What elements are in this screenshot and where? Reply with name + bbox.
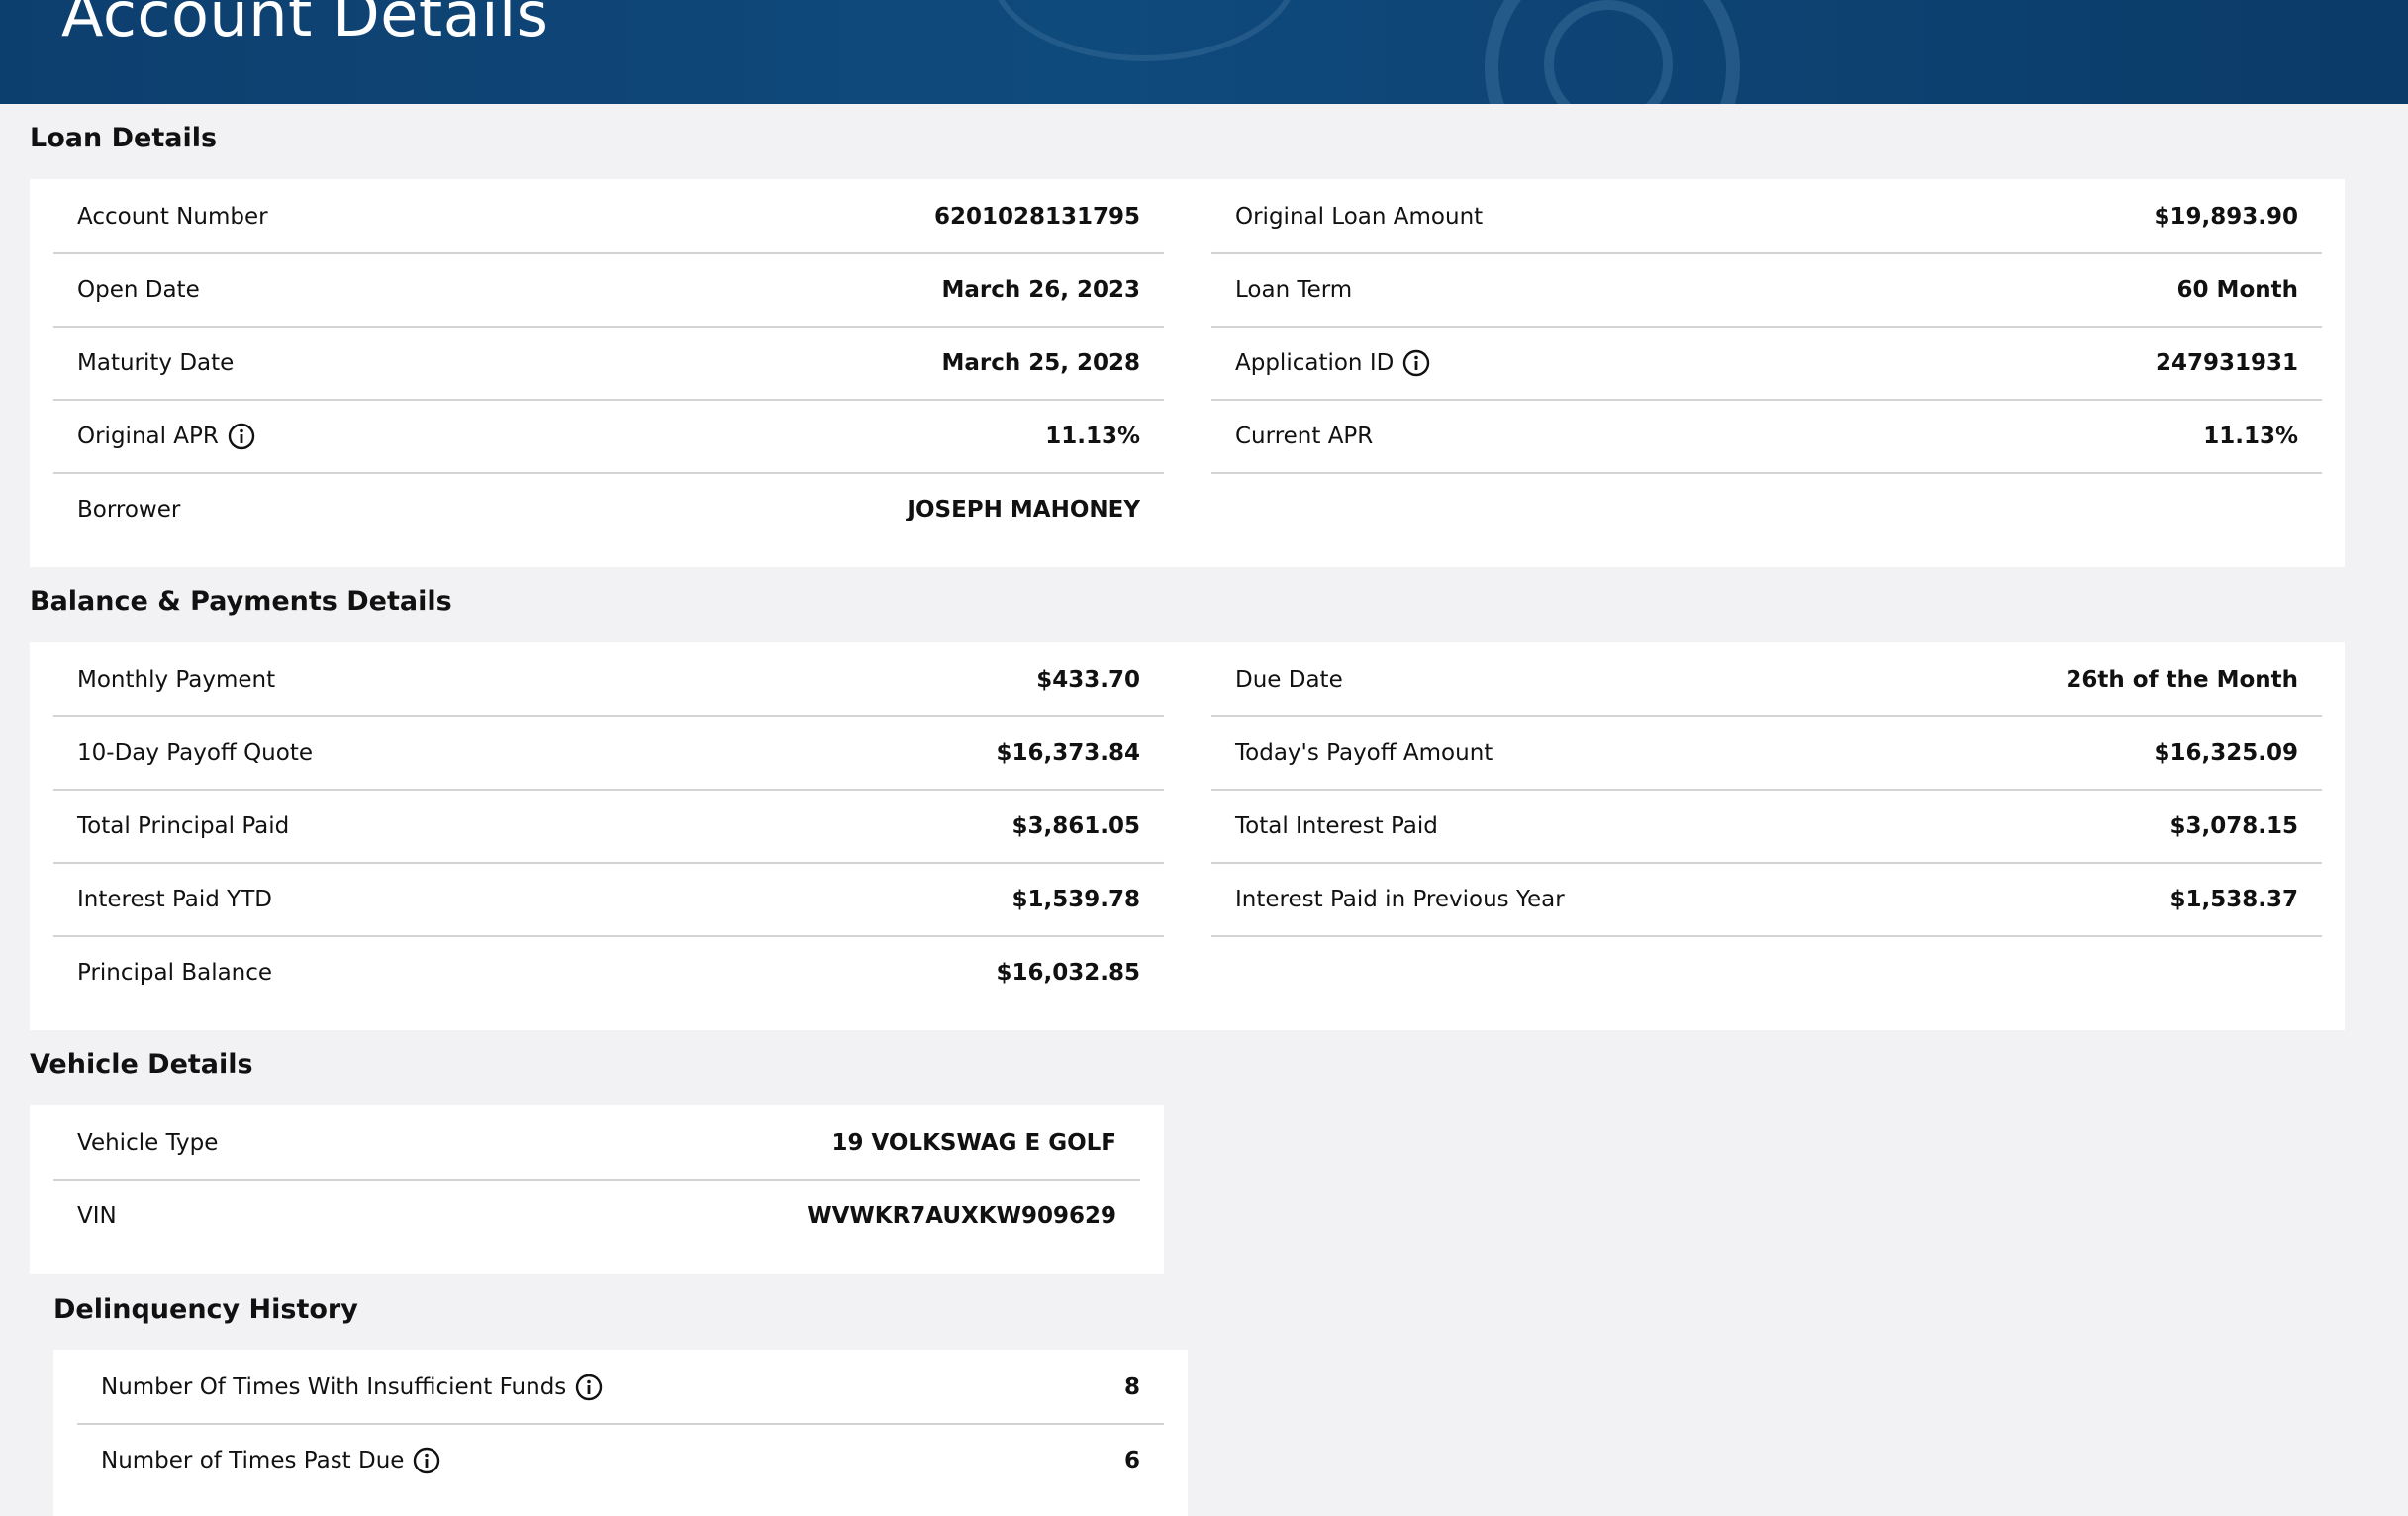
detail-row-interest-paid-previous-year: Interest Paid in Previous Year $1,538.37 [1211, 864, 2322, 937]
detail-value: $3,078.15 [2169, 813, 2299, 839]
delinquency-column: Number Of Times With Insufficient Funds … [77, 1352, 1164, 1516]
detail-row-due-date: Due Date 26th of the Month [1211, 644, 2322, 717]
detail-label: Open Date [77, 277, 200, 303]
detail-row-10-day-payoff-quote: 10-Day Payoff Quote $16,373.84 [53, 717, 1164, 791]
detail-row-borrower: Borrower JOSEPH MAHONEY [53, 474, 1164, 547]
detail-label: Borrower [77, 497, 181, 522]
detail-label: Monthly Payment [77, 667, 276, 693]
loan-details-heading: Loan Details [30, 123, 218, 153]
detail-value: 11.13% [1045, 424, 1140, 449]
detail-label: Original APR [77, 424, 219, 449]
header-banner: Account Details [0, 0, 2408, 104]
loan-right-column: Original Loan Amount $19,893.90 Loan Ter… [1211, 181, 2322, 567]
detail-value: 8 [1123, 1374, 1140, 1400]
detail-label: Due Date [1235, 667, 1343, 693]
detail-row-loan-term: Loan Term 60 Month [1211, 254, 2322, 328]
detail-label: Maturity Date [77, 350, 235, 376]
detail-row-vehicle-type: Vehicle Type 19 VOLKSWAG E GOLF [53, 1107, 1140, 1181]
detail-value: March 25, 2028 [941, 350, 1140, 376]
detail-label: Total Interest Paid [1235, 813, 1438, 839]
detail-label: Today's Payoff Amount [1235, 740, 1493, 766]
detail-label-wrapper: Original APR [77, 401, 255, 472]
detail-value: $1,538.37 [2169, 887, 2299, 912]
detail-label: Account Number [77, 204, 268, 230]
detail-value: 11.13% [2203, 424, 2298, 449]
info-icon[interactable] [228, 423, 255, 450]
detail-row-monthly-payment: Monthly Payment $433.70 [53, 644, 1164, 717]
detail-row-insufficient-funds: Number Of Times With Insufficient Funds … [77, 1352, 1164, 1425]
detail-value: $1,539.78 [1011, 887, 1141, 912]
balance-left-column: Monthly Payment $433.70 10-Day Payoff Qu… [53, 644, 1164, 1030]
balance-right-column: Due Date 26th of the Month Today's Payof… [1211, 644, 2322, 1030]
loan-left-column: Account Number 6201028131795 Open Date M… [53, 181, 1164, 567]
vehicle-details-panel: Vehicle Type 19 VOLKSWAG E GOLF VIN WVWK… [30, 1105, 1164, 1274]
vehicle-column: Vehicle Type 19 VOLKSWAG E GOLF VIN WVWK… [53, 1107, 1140, 1274]
detail-value: JOSEPH MAHONEY [907, 497, 1140, 522]
detail-row-times-past-due: Number of Times Past Due 6 [77, 1425, 1164, 1498]
detail-label: Total Principal Paid [77, 813, 290, 839]
detail-row-maturity-date: Maturity Date March 25, 2028 [53, 328, 1164, 401]
detail-label: Application ID [1235, 350, 1395, 376]
detail-label: 10-Day Payoff Quote [77, 740, 313, 766]
info-icon[interactable] [1402, 349, 1430, 377]
page-title: Account Details [61, 0, 549, 50]
detail-row-open-date: Open Date March 26, 2023 [53, 254, 1164, 328]
detail-value: $16,325.09 [2154, 740, 2298, 766]
detail-value: 6201028131795 [933, 204, 1140, 230]
detail-value: $16,373.84 [996, 740, 1140, 766]
detail-row-original-loan-amount: Original Loan Amount $19,893.90 [1211, 181, 2322, 254]
detail-row-interest-paid-ytd: Interest Paid YTD $1,539.78 [53, 864, 1164, 937]
detail-row-current-apr: Current APR 11.13% [1211, 401, 2322, 474]
detail-row-account-number: Account Number 6201028131795 [53, 181, 1164, 254]
detail-label: Current APR [1235, 424, 1374, 449]
detail-label: Vehicle Type [77, 1130, 219, 1156]
detail-value: $433.70 [1036, 667, 1140, 693]
detail-value: 6 [1123, 1448, 1140, 1473]
detail-row-principal-balance: Principal Balance $16,032.85 [53, 937, 1164, 1010]
detail-row-todays-payoff-amount: Today's Payoff Amount $16,325.09 [1211, 717, 2322, 791]
detail-label: Interest Paid YTD [77, 887, 272, 912]
detail-label-wrapper: Number Of Times With Insufficient Funds [101, 1352, 603, 1423]
info-icon[interactable] [413, 1447, 440, 1474]
detail-row-total-principal-paid: Total Principal Paid $3,861.05 [53, 791, 1164, 864]
balance-details-heading: Balance & Payments Details [30, 586, 452, 616]
detail-row-vin: VIN WVWKR7AUXKW909629 [53, 1181, 1140, 1254]
detail-row-application-id: Application ID 247931931 [1211, 328, 2322, 401]
info-icon[interactable] [575, 1374, 603, 1401]
detail-label: Loan Term [1235, 277, 1353, 303]
detail-value: 60 Month [2176, 277, 2298, 303]
detail-value: 247931931 [2155, 350, 2298, 376]
detail-label: Principal Balance [77, 960, 273, 986]
detail-label: VIN [77, 1203, 117, 1229]
detail-value: WVWKR7AUXKW909629 [807, 1203, 1116, 1229]
detail-value: March 26, 2023 [941, 277, 1140, 303]
detail-row-original-apr: Original APR 11.13% [53, 401, 1164, 474]
detail-label: Number of Times Past Due [101, 1448, 405, 1473]
banner-car-outline-graphic [990, 0, 1299, 61]
detail-value: $16,032.85 [996, 960, 1140, 986]
detail-value: $19,893.90 [2154, 204, 2298, 230]
balance-details-panel: Monthly Payment $433.70 10-Day Payoff Qu… [30, 642, 2345, 1030]
detail-label: Number Of Times With Insufficient Funds [101, 1374, 567, 1400]
detail-value: $3,861.05 [1011, 813, 1141, 839]
detail-label: Original Loan Amount [1235, 204, 1484, 230]
detail-label-wrapper: Number of Times Past Due [101, 1425, 440, 1496]
delinquency-history-panel: Number Of Times With Insufficient Funds … [53, 1350, 1188, 1516]
delinquency-history-heading: Delinquency History [53, 1294, 358, 1325]
detail-row-total-interest-paid: Total Interest Paid $3,078.15 [1211, 791, 2322, 864]
detail-value: 26th of the Month [2066, 667, 2298, 693]
vehicle-details-heading: Vehicle Details [30, 1049, 253, 1080]
detail-label: Interest Paid in Previous Year [1235, 887, 1565, 912]
detail-label-wrapper: Application ID [1235, 328, 1430, 399]
loan-details-panel: Account Number 6201028131795 Open Date M… [30, 179, 2345, 567]
detail-value: 19 VOLKSWAG E GOLF [831, 1130, 1116, 1156]
